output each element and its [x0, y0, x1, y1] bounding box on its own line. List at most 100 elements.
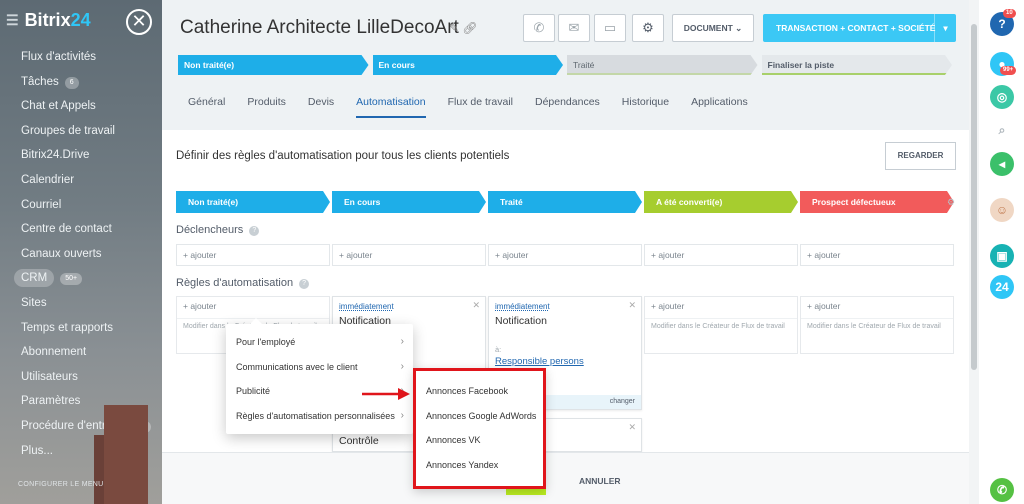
help-icon[interactable]: ?	[249, 226, 260, 236]
submenu-item-yandex[interactable]: Annonces Yandex	[416, 453, 543, 478]
sidebar-item-label: Canaux ouverts	[21, 247, 102, 260]
b24-icon[interactable]: 24	[990, 275, 1014, 299]
trigger-add-cell[interactable]: + ajouter	[644, 244, 798, 266]
tab-automation[interactable]: Automatisation	[356, 96, 426, 118]
sidebar-item-courriel[interactable]: Courriel	[21, 196, 151, 221]
menu-item-client-communications[interactable]: Communications avec le client ›	[226, 355, 413, 380]
regarder-button[interactable]: REGARDER	[885, 142, 956, 170]
rule-add-link[interactable]: + ajouter	[801, 297, 953, 319]
document-button[interactable]: DOCUMENT ⌄	[672, 14, 754, 42]
rule-add-link[interactable]: + ajouter	[177, 297, 329, 319]
chevron-right-icon: ›	[400, 409, 404, 421]
rule-column: + ajouter Modifier dans le Créateur de F…	[644, 296, 798, 354]
close-icon[interactable]: ✕	[628, 422, 636, 433]
sidebar-item-abonnement[interactable]: Abonnement	[21, 343, 151, 368]
trigger-add-cell[interactable]: + ajouter	[800, 244, 954, 266]
submenu-item-vk[interactable]: Annonces VK	[416, 428, 543, 453]
menu-item-custom-rules[interactable]: Règles d'automatisation personnalisées ›	[226, 404, 413, 429]
chat-button[interactable]: ▭	[594, 14, 626, 42]
close-icon[interactable]: ✕	[126, 9, 152, 35]
rule-name: Notification	[495, 315, 547, 327]
email-button[interactable]: ✉	[558, 14, 590, 42]
tab-products[interactable]: Produits	[247, 96, 286, 118]
sidebar-item-calendrier[interactable]: Calendrier	[21, 171, 151, 196]
edit-icon[interactable]: ✎	[449, 21, 459, 35]
automation-stages: Non traité(e) En cours Traité A été conv…	[176, 191, 956, 213]
sidebar-menu: Flux d'activités Tâches 6 Chat et Appels …	[14, 48, 152, 466]
transaction-contact-company-button[interactable]: TRANSACTION + CONTACT + SOCIÉTÉ ▾	[763, 14, 956, 42]
rule-add-link[interactable]: + ajouter	[645, 297, 797, 319]
pipeline-stage-new[interactable]: Non traité(e)	[178, 55, 369, 75]
tab-history[interactable]: Historique	[622, 96, 669, 118]
chevron-down-icon: ⌄	[735, 23, 743, 33]
tab-workflows[interactable]: Flux de travail	[448, 96, 513, 118]
avatar[interactable]: ☺	[990, 198, 1014, 222]
footer-bar	[162, 452, 969, 504]
search-icon[interactable]: ⌕	[990, 118, 1014, 142]
rule-timing[interactable]: immédiatement	[489, 297, 641, 313]
sidebar-item-label: Flux d'activités	[21, 51, 97, 63]
sidebar-item-temps[interactable]: Temps et rapports	[21, 319, 151, 344]
megaphone-icon[interactable]: ◂	[990, 152, 1014, 176]
scrollbar[interactable]	[969, 0, 979, 504]
sidebar-item-taches[interactable]: Tâches 6	[21, 73, 151, 98]
submenu-item-facebook[interactable]: Annonces Facebook	[416, 379, 543, 404]
sidebar-item-groupes[interactable]: Groupes de travail	[21, 122, 151, 147]
menu-item-label: Publicité	[236, 386, 271, 396]
trigger-add-cell[interactable]: + ajouter	[488, 244, 642, 266]
gear-icon[interactable]: ⚙	[947, 197, 955, 208]
document-search-icon[interactable]: ▣	[990, 244, 1014, 268]
tab-dependencies[interactable]: Dépendances	[535, 96, 600, 118]
transaction-label: TRANSACTION + CONTACT + SOCIÉTÉ	[776, 23, 936, 33]
sidebar-item-crm[interactable]: CRM 50+	[14, 269, 151, 294]
chat-icon: ▭	[603, 20, 617, 35]
pipeline-stage-in-progress[interactable]: En cours	[373, 55, 564, 75]
tab-quotes[interactable]: Devis	[308, 96, 334, 118]
sidebar-item-canaux[interactable]: Canaux ouverts	[21, 245, 151, 270]
stage-defective: Prospect défectueux	[800, 191, 954, 213]
advertising-submenu: Annonces Facebook Annonces Google AdWord…	[413, 368, 546, 489]
chevron-right-icon: ›	[400, 336, 404, 347]
chevron-down-icon[interactable]: ▾	[934, 14, 956, 42]
phone-icon[interactable]: ✆	[990, 478, 1014, 502]
rule-timing[interactable]: immédiatement	[333, 297, 485, 313]
settings-button[interactable]: ⚙	[632, 14, 664, 42]
pipeline-stage-finalize[interactable]: Finaliser la piste	[762, 55, 953, 75]
phone-button[interactable]: ✆	[523, 14, 555, 42]
sidebar-item-contact[interactable]: Centre de contact	[21, 220, 151, 245]
sidebar-item-utilisateurs[interactable]: Utilisateurs	[21, 368, 151, 393]
sidebar-item-sites[interactable]: Sites	[21, 294, 151, 319]
tabs: Général Produits Devis Automatisation Fl…	[188, 96, 770, 118]
tab-applications[interactable]: Applications	[691, 96, 748, 118]
page-title: Catherine Architecte LilleDecoArt	[180, 17, 459, 38]
lead-pipeline: Non traité(e) En cours Traité Finaliser …	[178, 55, 956, 75]
logo-number: 24	[70, 10, 91, 30]
trigger-add-cell[interactable]: + ajouter	[332, 244, 486, 266]
rule-responsible-link[interactable]: Responsible persons	[489, 354, 641, 369]
sidebar-item-chat[interactable]: Chat et Appels	[21, 97, 151, 122]
help-icon[interactable]: ?	[299, 279, 310, 289]
logo-text: Bitrix	[24, 10, 71, 30]
link-icon[interactable]: 🔗︎	[462, 21, 477, 35]
configure-menu-link[interactable]: CONFIGURER LE MENU	[18, 481, 104, 488]
scrollbar-thumb[interactable]	[971, 24, 977, 370]
cancel-button[interactable]: ANNULER	[579, 476, 621, 486]
sidebar-item-label: Chat et Appels	[21, 100, 96, 113]
background-building-image	[94, 405, 148, 504]
rule-column-desc: Modifier dans le Créateur de Flux de tra…	[807, 323, 941, 330]
menu-item-employee[interactable]: Pour l'employé ›	[226, 330, 413, 355]
tab-general[interactable]: Général	[188, 96, 225, 118]
sidebar-item-drive[interactable]: Bitrix24.Drive	[21, 146, 151, 171]
triggers-title: Déclencheurs	[176, 224, 244, 236]
pipeline-stage-processed[interactable]: Traité	[567, 55, 758, 75]
close-icon[interactable]: ✕	[472, 300, 480, 311]
close-icon[interactable]: ✕	[628, 300, 636, 311]
menu-item-label: Règles d'automatisation personnalisées	[236, 410, 395, 421]
trigger-add-cell[interactable]: + ajouter	[176, 244, 330, 266]
sidebar-item-flux[interactable]: Flux d'activités	[21, 48, 151, 73]
open-channels-icon[interactable]: ◎	[990, 85, 1014, 109]
menu-icon[interactable]: ☰	[6, 12, 19, 29]
bitrix-logo[interactable]: ☰ Bitrix 24	[6, 10, 91, 31]
sidebar-item-label: Courriel	[21, 198, 62, 211]
submenu-item-google-adwords[interactable]: Annonces Google AdWords	[416, 404, 543, 429]
